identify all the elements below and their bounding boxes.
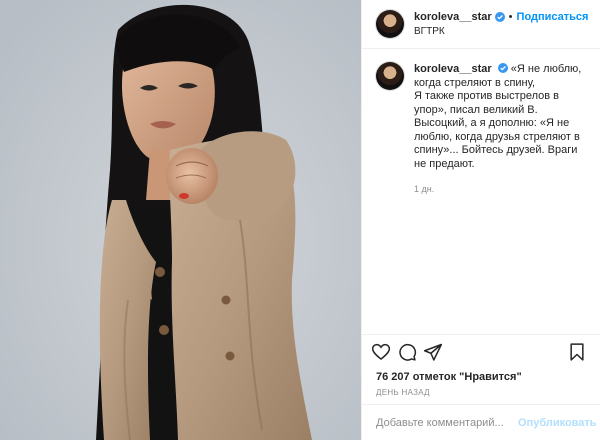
verified-badge-icon xyxy=(497,63,508,73)
caption-username[interactable]: koroleva__star xyxy=(414,63,492,75)
header-text: koroleva__star • Подписаться ВГТРК xyxy=(414,10,588,39)
verified-badge-icon xyxy=(494,11,505,22)
follow-button[interactable]: Подписаться xyxy=(517,10,589,24)
caption-body: koroleva__star «Я не люблю, когда стреля… xyxy=(414,63,590,197)
action-bar xyxy=(362,334,600,368)
caption-time[interactable]: 1 дн. xyxy=(414,183,590,197)
bookmark-icon xyxy=(570,342,584,361)
post-header: koroleva__star • Подписаться ВГТРК xyxy=(362,0,600,49)
like-button[interactable] xyxy=(370,341,392,363)
add-comment-bar: Опубликовать xyxy=(362,404,600,440)
header-row: koroleva__star • Подписаться xyxy=(414,10,588,24)
instagram-post: koroleva__star • Подписаться ВГТРК korol… xyxy=(0,0,600,440)
comments-section: koroleva__star «Я не люблю, когда стреля… xyxy=(362,49,600,334)
avatar[interactable] xyxy=(376,10,404,38)
save-button[interactable] xyxy=(566,341,588,363)
caption-avatar[interactable] xyxy=(376,62,404,90)
comment-input[interactable] xyxy=(376,416,518,429)
caption: koroleva__star «Я не люблю, когда стреля… xyxy=(376,62,590,197)
post-image xyxy=(0,0,361,440)
heart-icon xyxy=(371,343,391,360)
post-photo[interactable] xyxy=(0,0,361,440)
header-separator: • xyxy=(508,10,513,23)
comment-icon xyxy=(399,343,417,361)
header-username[interactable]: koroleva__star xyxy=(414,10,492,24)
post-date[interactable]: ДЕНЬ НАЗАД xyxy=(362,386,600,404)
location-link[interactable]: ВГТРК xyxy=(414,25,588,39)
share-button[interactable] xyxy=(422,341,444,363)
post-side-panel: koroleva__star • Подписаться ВГТРК korol… xyxy=(361,0,600,440)
share-icon xyxy=(423,343,443,361)
likes-count[interactable]: 76 207 отметок "Нравится" xyxy=(362,368,600,386)
publish-button[interactable]: Опубликовать xyxy=(518,417,597,429)
caption-text: «Я не люблю, когда стреляют в спину, Я т… xyxy=(414,63,582,170)
comment-button[interactable] xyxy=(396,341,418,363)
